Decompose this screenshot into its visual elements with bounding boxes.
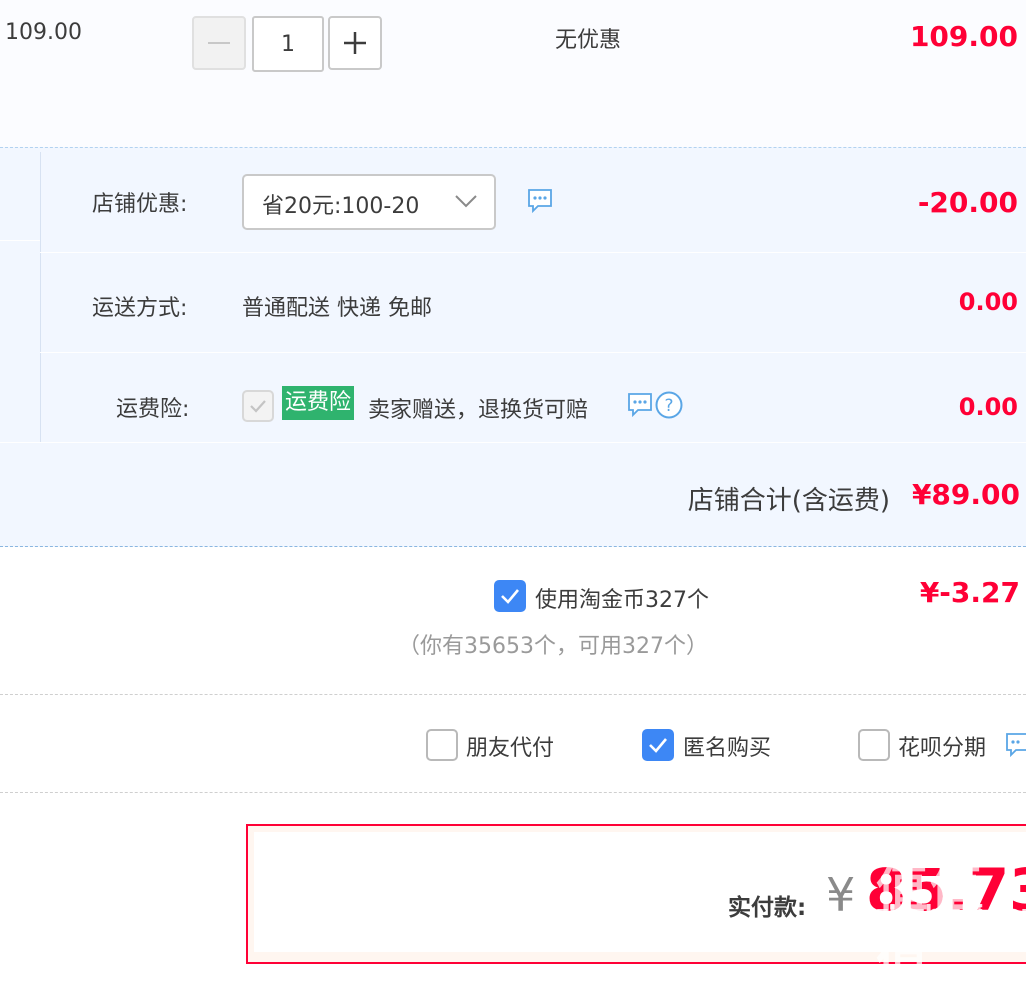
row-divider bbox=[40, 352, 1026, 353]
huabei-installment-label: 花呗分期 bbox=[898, 736, 987, 761]
section-divider bbox=[0, 240, 40, 241]
store-coupon-value: 省20元:100-20 bbox=[262, 194, 420, 219]
help-icon[interactable]: ? bbox=[654, 390, 684, 420]
anonymous-purchase-label: 匿名购买 bbox=[683, 736, 772, 761]
svg-text:?: ? bbox=[664, 396, 673, 416]
watermark-url: zhizhizhi.com bbox=[876, 902, 1026, 927]
shipping-method-label: 运送方式: bbox=[92, 296, 188, 321]
store-coupon-label: 店铺优惠: bbox=[92, 192, 188, 217]
quantity-increase-button[interactable] bbox=[328, 16, 382, 70]
quantity-input[interactable] bbox=[252, 16, 324, 72]
coins-deduction-amount: ¥-3.27 bbox=[919, 576, 1020, 609]
friend-pay-checkbox[interactable] bbox=[426, 729, 458, 761]
shipping-insurance-description: 卖家赠送，退换货可赔 bbox=[368, 398, 589, 423]
huabei-installment-checkbox[interactable] bbox=[858, 729, 890, 761]
message-icon[interactable] bbox=[1004, 732, 1026, 758]
shipping-method-value: 普通配送 快递 免邮 bbox=[242, 296, 432, 321]
anonymous-purchase-checkbox[interactable] bbox=[642, 729, 674, 761]
shipping-insurance-amount: 0.00 bbox=[958, 393, 1018, 421]
section-divider bbox=[40, 152, 41, 442]
message-icon[interactable] bbox=[626, 392, 654, 418]
check-icon bbox=[649, 738, 667, 753]
row-divider bbox=[0, 442, 1026, 443]
unit-price: 109.00 bbox=[5, 20, 82, 45]
shipping-insurance-badge: 运费险 bbox=[282, 386, 355, 420]
message-icon[interactable] bbox=[526, 188, 554, 214]
chevron-down-icon bbox=[455, 195, 477, 208]
actual-payment-label: 实付款: bbox=[728, 895, 807, 921]
shipping-insurance-checkbox[interactable] bbox=[242, 390, 274, 422]
order-item-row bbox=[0, 0, 1026, 147]
friend-pay-label: 朋友代付 bbox=[466, 736, 555, 761]
minus-icon bbox=[208, 42, 230, 44]
plus-icon bbox=[344, 32, 366, 54]
currency-symbol: ¥ bbox=[826, 868, 856, 922]
item-discount-note: 无优惠 bbox=[555, 28, 622, 53]
coin-deduction-section bbox=[0, 547, 1026, 695]
item-subtotal: 109.00 bbox=[909, 20, 1018, 53]
use-coins-label: 使用淘金币327个 bbox=[535, 588, 709, 613]
store-coupon-select[interactable]: 省20元:100-20 bbox=[242, 174, 496, 230]
row-divider bbox=[40, 252, 1026, 253]
use-coins-checkbox[interactable] bbox=[494, 580, 526, 612]
check-icon bbox=[250, 400, 266, 413]
coins-balance-hint: （你有35653个，可用327个） bbox=[398, 634, 708, 659]
quantity-decrease-button[interactable] bbox=[192, 16, 246, 70]
check-icon bbox=[501, 589, 519, 604]
store-total-value: ¥89.00 bbox=[911, 478, 1020, 511]
store-coupon-amount: -20.00 bbox=[917, 186, 1018, 219]
shipping-amount: 0.00 bbox=[958, 288, 1018, 316]
store-total-label: 店铺合计(含运费) bbox=[687, 486, 890, 516]
shipping-insurance-label: 运费险: bbox=[116, 397, 190, 422]
